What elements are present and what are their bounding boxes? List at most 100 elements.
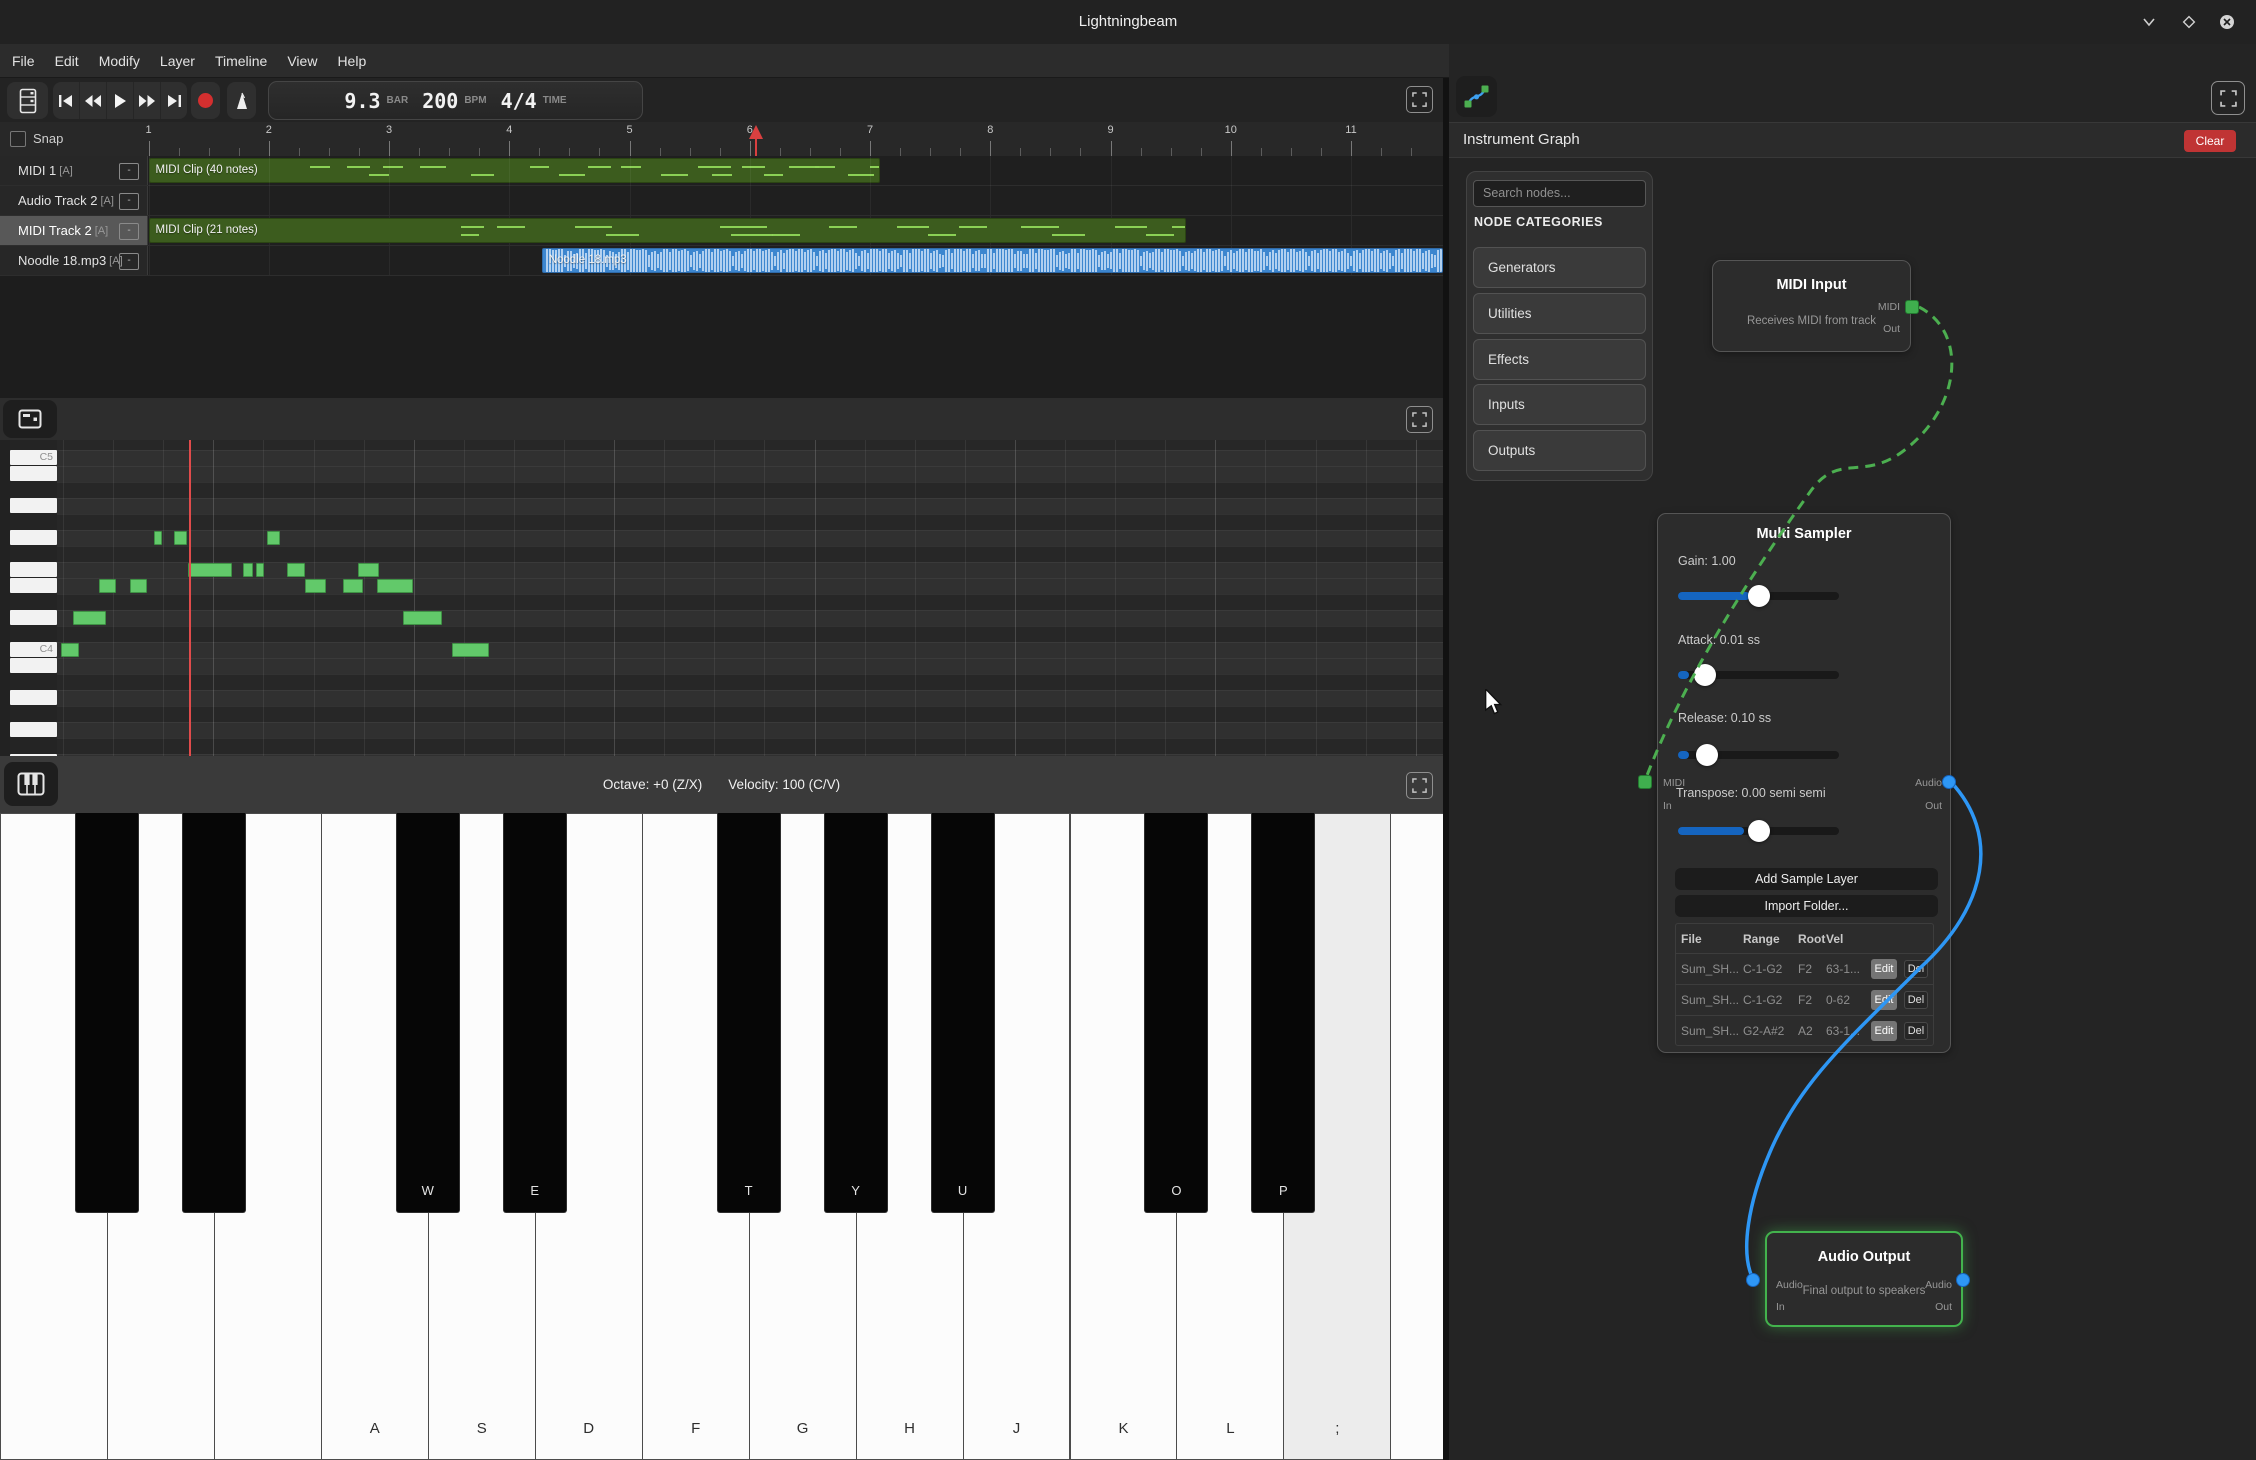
midi-note[interactable]: [305, 579, 326, 593]
track-mini-button[interactable]: -: [119, 163, 139, 180]
attack-slider[interactable]: [1678, 664, 1839, 686]
pianoroll-fit-button[interactable]: [3, 400, 57, 438]
midi-note[interactable]: [452, 643, 489, 657]
white-key-13[interactable]: [1390, 813, 1443, 1460]
audio-out-port[interactable]: [1942, 775, 1956, 789]
black-key-2[interactable]: W: [396, 813, 460, 1213]
black-key-5[interactable]: Y: [824, 813, 888, 1213]
black-key-7[interactable]: O: [1144, 813, 1208, 1213]
midi-note[interactable]: [358, 563, 379, 577]
track-row[interactable]: MIDI Track 2[A]-MIDI Clip (21 notes): [0, 216, 1443, 246]
pianoroll-keys[interactable]: C5 C4: [10, 440, 57, 756]
roll-playhead[interactable]: [189, 440, 191, 756]
timeline-expand-button[interactable]: [1406, 86, 1433, 113]
edit-button[interactable]: Edit: [1871, 959, 1897, 979]
menu-item-timeline[interactable]: Timeline: [205, 44, 277, 78]
menu-item-help[interactable]: Help: [327, 44, 376, 78]
pianoroll-expand-button[interactable]: [1406, 406, 1433, 433]
midi-note[interactable]: [243, 563, 253, 577]
timeline-ruler[interactable]: Snap 1234567891011: [0, 122, 1443, 157]
category-outputs[interactable]: Outputs: [1473, 430, 1646, 471]
graph-canvas[interactable]: Search nodes... NODE CATEGORIES Generato…: [1449, 158, 2256, 1460]
roll-key-b4[interactable]: [10, 466, 57, 481]
tempo-display[interactable]: 9.3BAR200BPM4/4TIME: [268, 81, 643, 120]
close-button[interactable]: [2216, 11, 2238, 33]
edit-button[interactable]: Edit: [1871, 1021, 1897, 1041]
audio-in-port[interactable]: [1746, 1273, 1760, 1287]
category-effects[interactable]: Effects: [1473, 339, 1646, 380]
slider-thumb[interactable]: [1748, 585, 1770, 607]
graph-expand-button[interactable]: [2211, 81, 2245, 115]
black-key-4[interactable]: T: [717, 813, 781, 1213]
menu-item-modify[interactable]: Modify: [89, 44, 150, 78]
gain-slider[interactable]: [1678, 585, 1839, 607]
playhead-line[interactable]: [755, 139, 757, 156]
pianoroll-grid[interactable]: [57, 440, 1443, 756]
roll-key-a3[interactable]: [10, 690, 57, 705]
snap-checkbox[interactable]: [10, 131, 26, 147]
del-button[interactable]: Del: [1904, 1022, 1928, 1040]
midi-note[interactable]: [99, 579, 116, 593]
black-key-0[interactable]: [75, 813, 139, 1213]
roll-key-e4[interactable]: [10, 578, 57, 593]
slider-thumb[interactable]: [1748, 820, 1770, 842]
midi-note[interactable]: [174, 531, 187, 545]
import-folder-button[interactable]: Import Folder...: [1675, 895, 1938, 917]
roll-key-g4[interactable]: [10, 530, 57, 545]
graph-view-button[interactable]: [1456, 76, 1497, 117]
fast-forward-button[interactable]: [133, 82, 160, 119]
category-inputs[interactable]: Inputs: [1473, 384, 1646, 425]
midi-out-port[interactable]: [1905, 300, 1919, 314]
metronome-button[interactable]: [227, 82, 256, 119]
skip-start-button[interactable]: [53, 82, 79, 119]
black-key-6[interactable]: U: [931, 813, 995, 1213]
roll-key-c5[interactable]: C5: [10, 450, 57, 465]
track-row[interactable]: MIDI 1[A]-MIDI Clip (40 notes): [0, 156, 1443, 186]
midi-note[interactable]: [154, 531, 162, 545]
track-header-midi-track-2[interactable]: MIDI Track 2[A]-: [0, 216, 148, 245]
node-midi-input[interactable]: MIDI Input Receives MIDI from track MIDI…: [1712, 260, 1911, 352]
black-key-8[interactable]: P: [1251, 813, 1315, 1213]
track-mini-button[interactable]: -: [119, 193, 139, 210]
track-row[interactable]: Noodle 18.mp3[A]-Noodle 18.mp3: [0, 246, 1443, 276]
del-button[interactable]: Del: [1904, 991, 1928, 1009]
clip-midi[interactable]: MIDI Clip (40 notes): [149, 158, 880, 183]
release-slider[interactable]: [1678, 744, 1839, 766]
menu-item-view[interactable]: View: [277, 44, 327, 78]
roll-key-g3[interactable]: [10, 722, 57, 737]
transpose-slider[interactable]: [1678, 820, 1839, 842]
rewind-button[interactable]: [79, 82, 106, 119]
node-audio-output[interactable]: Audio Output Final output to speakers Au…: [1765, 1231, 1963, 1327]
black-key-3[interactable]: E: [503, 813, 567, 1213]
track-header-audio-track-2[interactable]: Audio Track 2[A]-: [0, 186, 148, 215]
category-utilities[interactable]: Utilities: [1473, 293, 1646, 334]
slider-thumb[interactable]: [1694, 664, 1716, 686]
roll-key-d4[interactable]: [10, 610, 57, 625]
track-row[interactable]: Audio Track 2[A]-: [0, 186, 1443, 216]
track-area-empty[interactable]: [0, 276, 1443, 398]
roll-key-c4[interactable]: C4: [10, 642, 57, 657]
midi-note[interactable]: [73, 611, 106, 625]
menu-item-layer[interactable]: Layer: [150, 44, 205, 78]
playhead-marker[interactable]: [749, 125, 763, 139]
midi-note[interactable]: [377, 579, 413, 593]
track-mini-button[interactable]: -: [119, 253, 139, 270]
maximize-button[interactable]: [2178, 11, 2200, 33]
track-mini-button[interactable]: -: [119, 223, 139, 240]
skip-end-button[interactable]: [160, 82, 187, 119]
film-button[interactable]: [7, 82, 48, 119]
midi-note[interactable]: [188, 563, 232, 577]
menu-item-edit[interactable]: Edit: [45, 44, 89, 78]
slider-thumb[interactable]: [1696, 744, 1718, 766]
clear-button[interactable]: Clear: [2184, 130, 2236, 152]
midi-note[interactable]: [130, 579, 147, 593]
clip-audio[interactable]: Noodle 18.mp3: [542, 248, 1443, 273]
edit-button[interactable]: Edit: [1871, 990, 1897, 1010]
node-multi-sampler[interactable]: Multi Sampler Gain: 1.00 Attack: 0.01 ss…: [1657, 513, 1951, 1053]
track-header-midi-1[interactable]: MIDI 1[A]-: [0, 156, 148, 185]
del-button[interactable]: Del: [1904, 960, 1928, 978]
search-input[interactable]: Search nodes...: [1473, 180, 1646, 207]
roll-key-b3[interactable]: [10, 658, 57, 673]
keyboard-expand-button[interactable]: [1406, 772, 1433, 799]
midi-note[interactable]: [343, 579, 363, 593]
